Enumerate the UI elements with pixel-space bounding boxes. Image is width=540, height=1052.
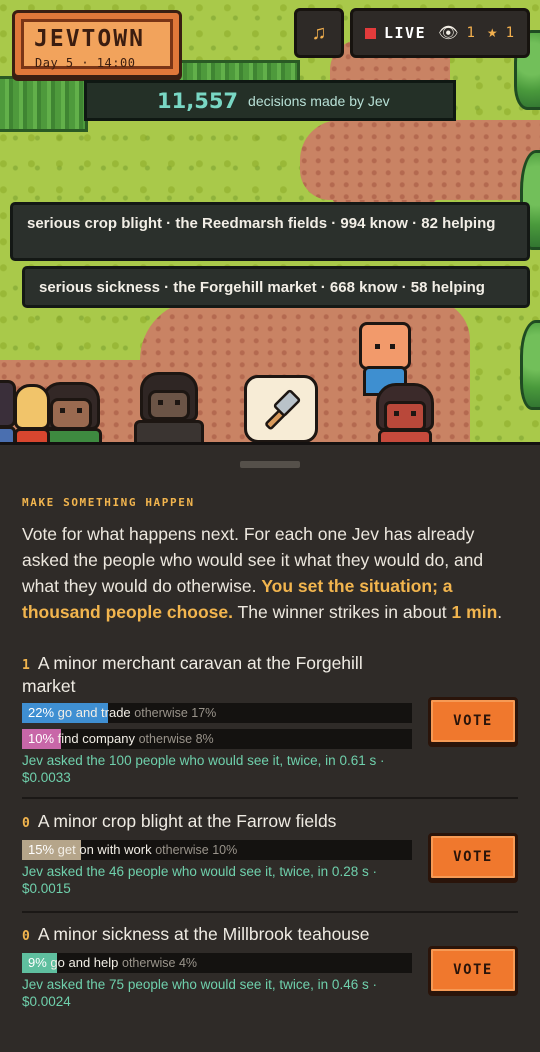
tree (520, 320, 540, 410)
villager-sprite[interactable] (0, 380, 18, 450)
option-title: A minor sickness at the Millbrook teahou… (37, 924, 370, 944)
villager-sprite[interactable] (355, 322, 415, 396)
drag-handle[interactable] (240, 461, 300, 468)
option-title: A minor merchant caravan at the Forgehil… (22, 653, 363, 696)
vote-button[interactable]: VOTE (428, 833, 518, 881)
game-logo: JEVTOWN Day 5 · 14:00 (12, 10, 182, 78)
vote-option: 1A minor merchant caravan at the Forgehi… (22, 653, 518, 786)
decisions-counter: 11,557 decisions made by Jev (84, 80, 456, 121)
music-note-icon: ♫ (311, 21, 327, 44)
eye-icon: 👁 (438, 25, 459, 42)
section-title: MAKE SOMETHING HAPPEN (22, 496, 195, 509)
game-scene[interactable]: JEVTOWN Day 5 · 14:00 ♫ LIVE 👁 1 ★ 1 11,… (0, 0, 540, 450)
response-bar: 22% go and trade otherwise 17% (22, 703, 412, 723)
star-icon: ★ (486, 26, 498, 40)
vote-button[interactable]: VOTE (428, 946, 518, 994)
cost-info: Jev asked the 100 people who would see i… (22, 753, 385, 785)
dirt-path (300, 120, 540, 200)
day-time: Day 5 · 14:00 (35, 56, 136, 70)
logo-title: JEVTOWN (34, 26, 145, 52)
cost-info: Jev asked the 75 people who would see it… (22, 977, 377, 1009)
star-count: 1 (505, 25, 515, 41)
response-bar: 15% get on with work otherwise 10% (22, 840, 412, 860)
decisions-label: decisions made by Jev (248, 92, 390, 109)
intro-text: Vote for what happens next. For each one… (22, 524, 503, 622)
vote-option: 0 A minor crop blight at the Farrow field… (22, 811, 518, 897)
vote-count: 0 (22, 816, 30, 831)
option-title: A minor crop blight at the Farrow fields (37, 811, 337, 831)
cost-info: Jev asked the 46 people who would see it… (22, 864, 377, 896)
response-bar: 10% find company otherwise 8% (22, 729, 412, 749)
event-banner[interactable]: serious crop blight · the Reedmarsh fiel… (10, 202, 530, 261)
live-status-box: LIVE 👁 1 ★ 1 (350, 8, 530, 58)
villager-sprite[interactable] (134, 372, 206, 450)
vote-button[interactable]: VOTE (428, 697, 518, 745)
live-label: LIVE (384, 24, 427, 42)
viewer-count: 1 (466, 25, 475, 41)
divider (22, 911, 518, 913)
hammer-icon (244, 375, 318, 443)
divider (22, 797, 518, 799)
vote-count: 1 (22, 658, 30, 673)
hedge (0, 76, 88, 132)
decisions-count: 11,557 (157, 88, 239, 113)
villager-sprite[interactable] (370, 383, 440, 450)
live-dot-icon (365, 27, 376, 39)
event-banner[interactable]: serious sickness · the Forgehill market … (22, 266, 530, 308)
vote-option: 0 A minor sickness at the Millbrook teaho… (22, 924, 518, 1010)
vote-count: 0 (22, 929, 30, 944)
music-toggle-button[interactable]: ♫ (294, 8, 344, 58)
response-bar: 9% go and help otherwise 4% (22, 953, 412, 973)
vote-panel: MAKE SOMETHING HAPPEN Vote for what happ… (0, 442, 540, 1052)
